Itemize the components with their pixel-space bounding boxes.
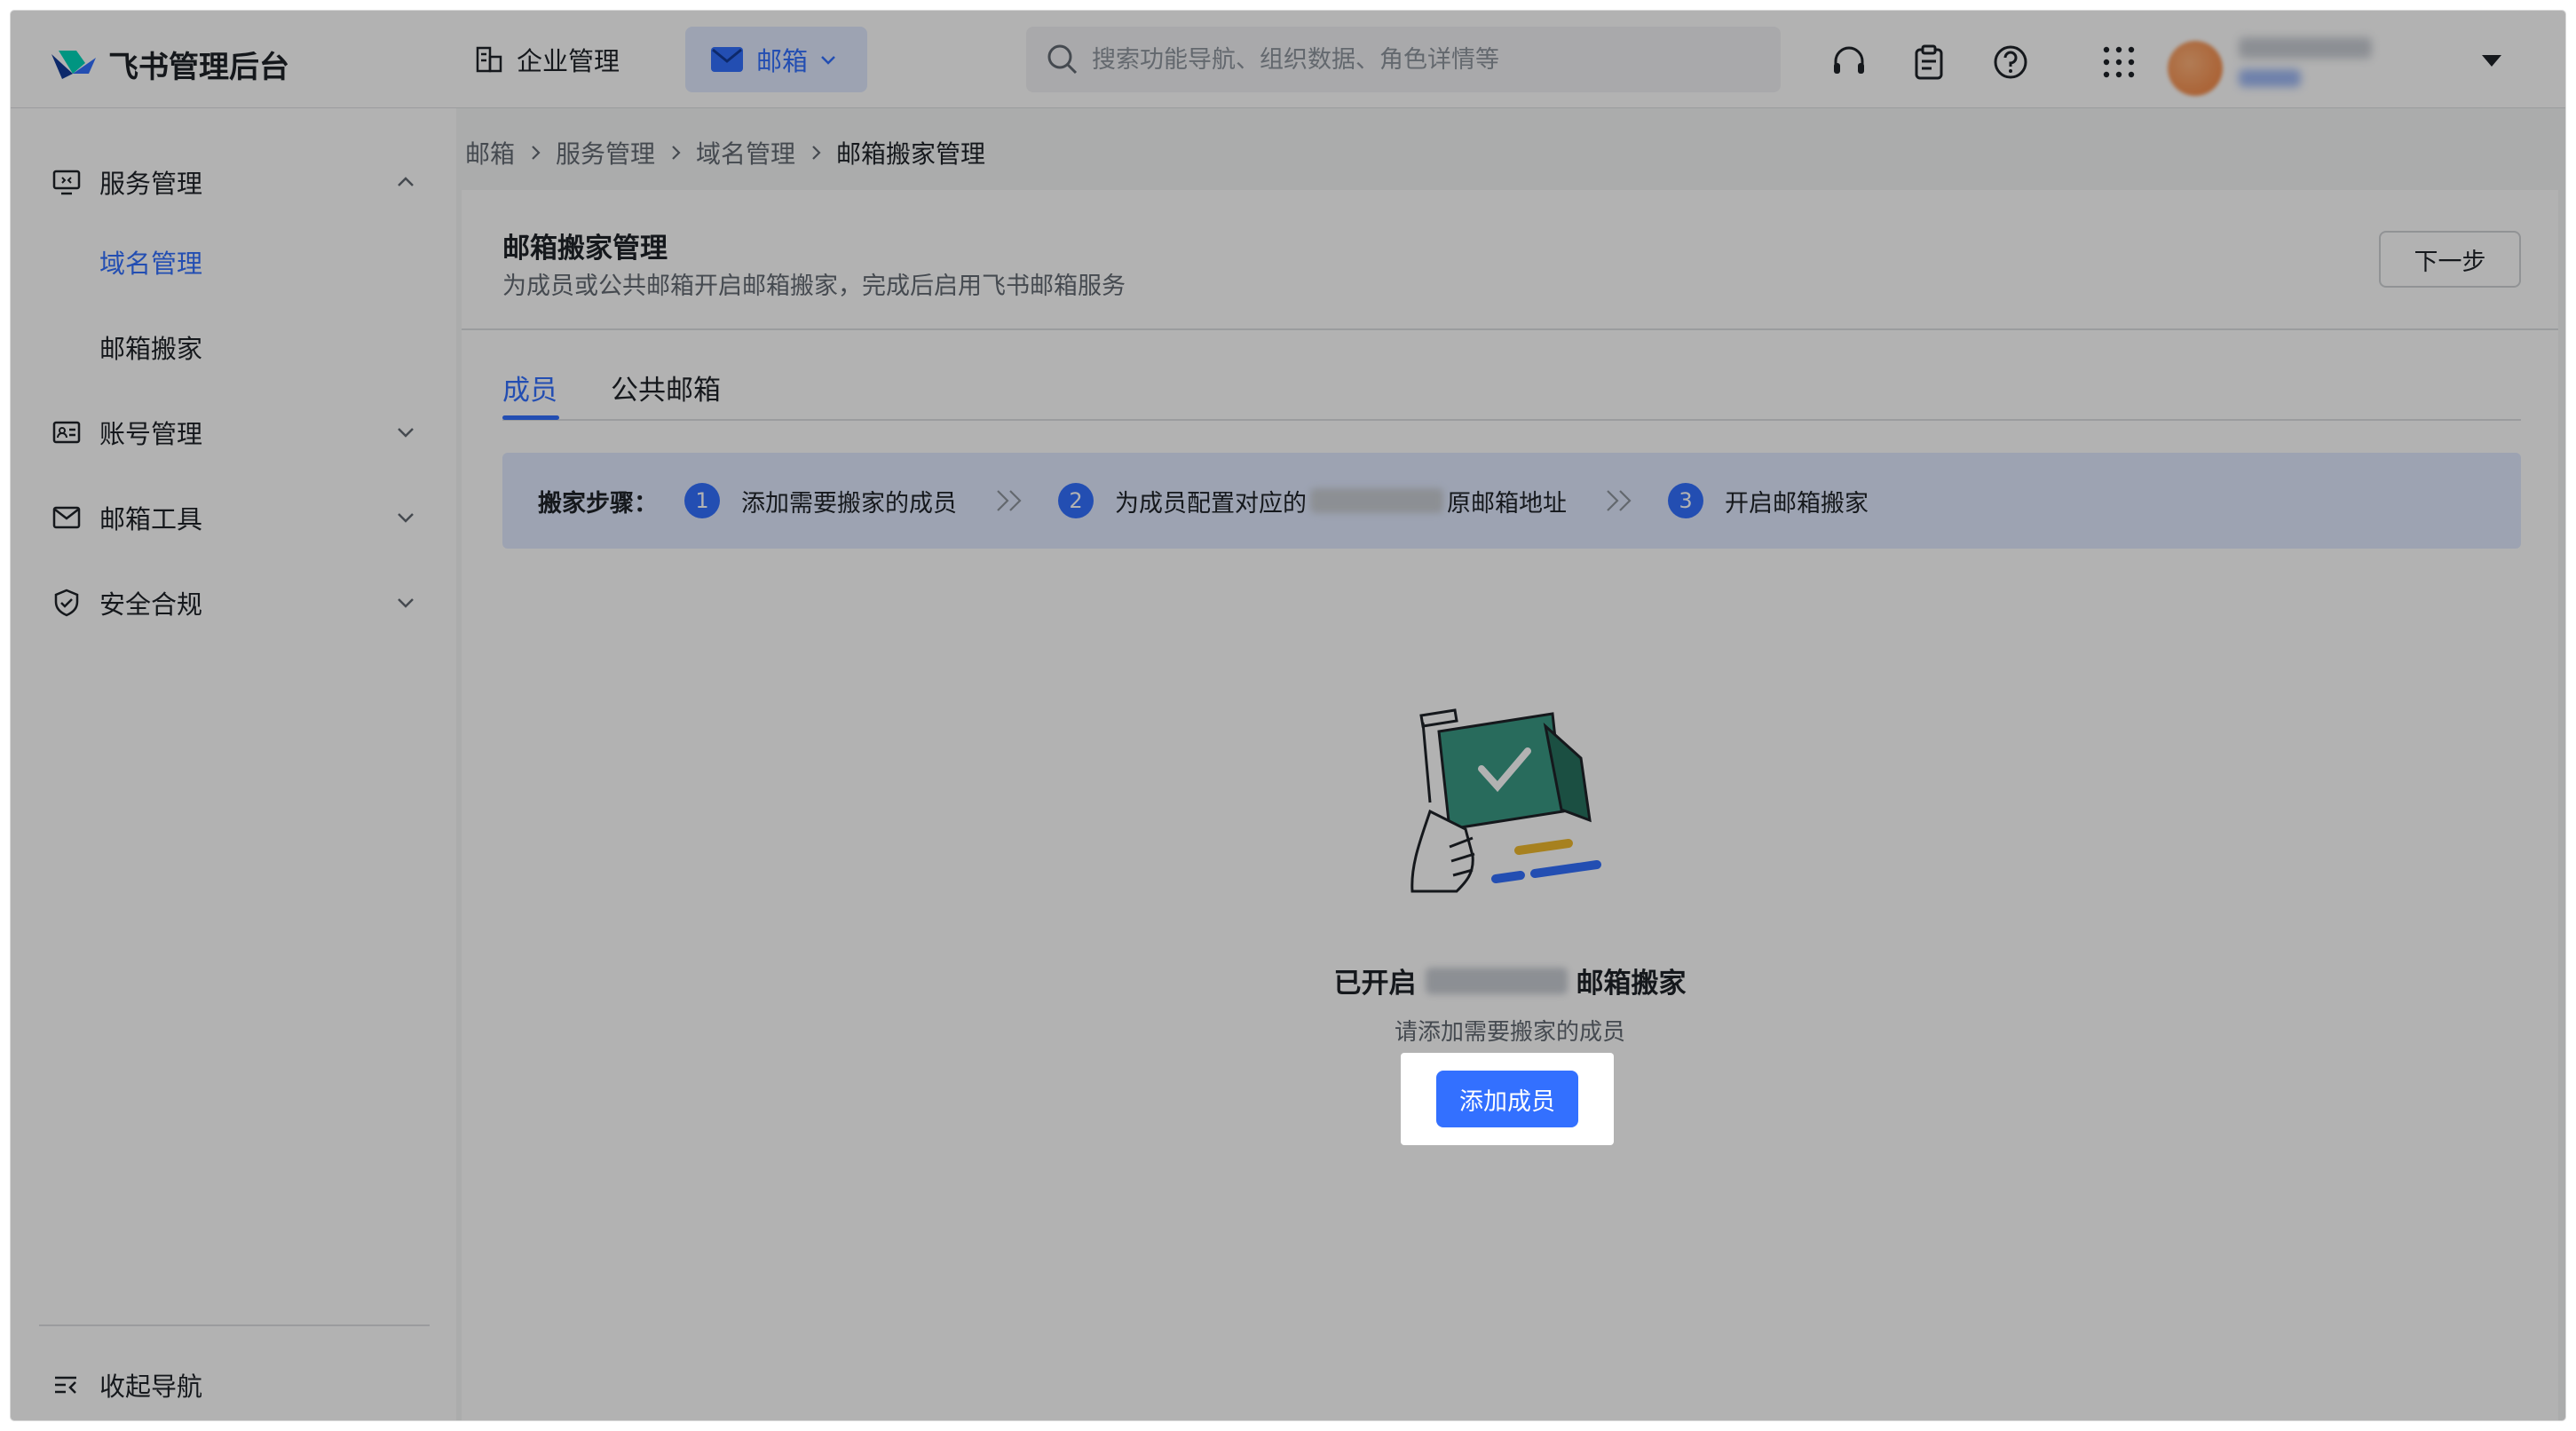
empty-state-title: 已开启 邮箱搬家 [462, 961, 2558, 1000]
avatar[interactable] [2168, 41, 2223, 96]
collapse-nav-button[interactable]: 收起导航 [11, 1349, 456, 1420]
sidebar-item-label: 安全合规 [99, 589, 203, 620]
shield-check-icon [54, 589, 79, 617]
chevron-down-icon [398, 428, 414, 438]
collapse-icon [55, 1376, 76, 1394]
empty-title-before: 已开启 [1333, 968, 1417, 1000]
next-step-button[interactable]: 下一步 [2379, 231, 2521, 288]
user-menu-caret-icon[interactable] [2482, 55, 2501, 67]
user-role-redacted [2239, 69, 2301, 87]
sidebar-item-label: 服务管理 [99, 169, 203, 199]
chevron-up-icon [398, 177, 414, 186]
page-title: 邮箱搬家管理 [502, 233, 668, 265]
tab-public-mailbox[interactable]: 公共邮箱 [611, 368, 721, 407]
chevron-down-icon [821, 56, 835, 65]
app-window: 飞书管理后台 企业管理 邮箱 搜索功能导航、组织数据、角色详情等 服务管理 域名… [11, 11, 2565, 1420]
sidebar-item-mail-tools[interactable]: 邮箱工具 [11, 478, 456, 557]
step-text: 原邮箱地址 [1447, 489, 1567, 518]
migration-steps-banner: 搬家步骤： 1 添加需要搬家的成员 2 为成员配置对应的 原邮箱地址 3 开启邮… [502, 453, 2521, 549]
headset-icon[interactable] [1830, 43, 1868, 81]
sidebar-divider [39, 1324, 430, 1326]
mail-icon [711, 47, 743, 72]
chevron-right-icon [812, 146, 821, 160]
empty-state-subtitle: 请添加需要搬家的成员 [1394, 1019, 1625, 1046]
app-logo[interactable]: 飞书管理后台 [50, 43, 289, 86]
double-chevron-right-icon [997, 490, 1022, 511]
top-bar: 飞书管理后台 企业管理 邮箱 [11, 11, 2565, 108]
empty-title-after: 邮箱搬家 [1576, 968, 1687, 1000]
breadcrumb-item[interactable]: 邮箱 [465, 135, 515, 170]
step-number: 3 [1668, 483, 1703, 518]
page-subtitle: 为成员或公共邮箱开启邮箱搬家，完成后启用飞书邮箱服务 [502, 273, 1126, 300]
chevron-down-icon [398, 598, 414, 608]
sidebar-item-service[interactable]: 服务管理 [11, 142, 456, 222]
collapse-nav-label: 收起导航 [99, 1372, 203, 1402]
divider [462, 328, 2558, 330]
chevron-down-icon [398, 513, 414, 523]
sidebar-item-domain[interactable]: 域名管理 [11, 222, 456, 302]
monitor-icon [52, 170, 81, 195]
mail-icon [52, 506, 81, 529]
redacted-provider [1425, 967, 1568, 994]
breadcrumb-item[interactable]: 服务管理 [556, 135, 655, 170]
content-card: 邮箱搬家管理 为成员或公共邮箱开启邮箱搬家，完成后启用飞书邮箱服务 下一步 成员… [462, 190, 2558, 1420]
step-number: 2 [1058, 483, 1094, 518]
nav-enterprise-label: 企业管理 [517, 46, 620, 76]
sidebar-item-account[interactable]: 账号管理 [11, 392, 456, 472]
apps-grid-icon[interactable] [2100, 43, 2137, 81]
id-card-icon [52, 421, 81, 444]
clipboard-icon[interactable] [1910, 43, 1948, 81]
step-text: 为成员配置对应的 [1115, 489, 1307, 518]
nav-enterprise[interactable]: 企业管理 [474, 37, 620, 82]
step-text: 开启邮箱搬家 [1725, 489, 1869, 518]
chevron-right-icon [672, 146, 681, 160]
steps-lead: 搬家步骤： [538, 489, 658, 518]
building-icon [476, 46, 502, 73]
redacted-provider [1310, 488, 1443, 513]
search-box[interactable] [1026, 27, 1781, 92]
sidebar-item-security[interactable]: 安全合规 [11, 563, 456, 643]
chevron-right-icon [532, 146, 541, 160]
search-input[interactable] [1092, 45, 1766, 74]
nav-mail-label: 邮箱 [756, 46, 809, 76]
sidebar-item-label: 账号管理 [99, 419, 203, 449]
sidebar-item-migration[interactable]: 邮箱搬家 [11, 307, 456, 387]
breadcrumb-item[interactable]: 域名管理 [696, 135, 795, 170]
feishu-logo-icon [51, 50, 96, 79]
sidebar-item-label: 域名管理 [99, 249, 203, 279]
breadcrumb-current: 邮箱搬家管理 [836, 139, 986, 169]
sidebar-item-label: 邮箱工具 [99, 504, 203, 534]
user-name-redacted [2239, 37, 2372, 59]
sidebar-item-label: 邮箱搬家 [99, 334, 203, 364]
tab-members[interactable]: 成员 [502, 368, 557, 407]
step-number: 1 [684, 483, 720, 518]
double-chevron-right-icon [1607, 490, 1632, 511]
highlight-spotlight: 添加成员 [1401, 1053, 1614, 1145]
sidebar: 服务管理 域名管理 邮箱搬家 账号管理 邮箱工具 安全合规 收起导航 [11, 108, 456, 1420]
tabs-divider [502, 419, 2521, 421]
help-icon[interactable] [1992, 43, 2029, 81]
active-tab-indicator [502, 415, 559, 420]
search-icon [1047, 44, 1078, 75]
app-name: 飞书管理后台 [108, 50, 289, 85]
migration-illustration [1410, 708, 1601, 893]
nav-mail[interactable]: 邮箱 [685, 27, 867, 92]
add-member-button[interactable]: 添加成员 [1436, 1071, 1578, 1127]
breadcrumb: 邮箱 服务管理 域名管理 邮箱搬家管理 [465, 135, 985, 170]
step-text: 添加需要搬家的成员 [741, 489, 957, 518]
